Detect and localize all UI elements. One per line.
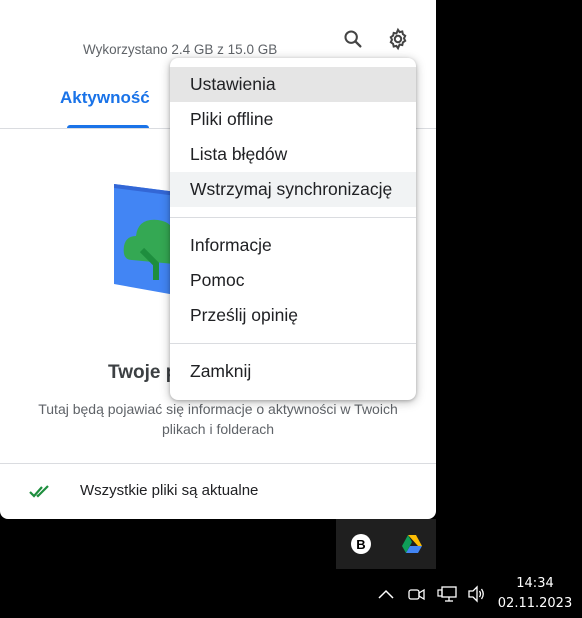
desktop: Wykorzystano 2.4 GB z 15.0 GB Aktywność … [0, 0, 582, 618]
google-drive-icon[interactable] [401, 534, 423, 554]
menu-divider [170, 343, 416, 344]
volume-icon[interactable] [466, 584, 486, 604]
menu-item-pause-sync[interactable]: Wstrzymaj synchronizację [170, 172, 416, 207]
menu-item-error-list[interactable]: Lista błędów [170, 137, 416, 172]
active-tab-indicator [67, 125, 149, 128]
double-check-icon [29, 485, 49, 498]
chevron-up-icon[interactable] [376, 584, 396, 604]
brave-b-icon[interactable]: B [351, 534, 371, 554]
clock-time: 14:34 [516, 576, 554, 591]
menu-item-feedback[interactable]: Prześlij opinię [170, 298, 416, 333]
search-button[interactable] [340, 26, 366, 52]
sync-status-text: Wszystkie pliki są aktualne [80, 482, 259, 499]
menu-divider [170, 217, 416, 218]
menu-item-quit[interactable]: Zamknij [170, 354, 416, 389]
taskbar-clock[interactable]: 14:34 02.11.2023 [496, 574, 574, 614]
storage-usage: Wykorzystano 2.4 GB z 15.0 GB [83, 42, 278, 57]
network-icon[interactable] [436, 584, 458, 604]
menu-item-help[interactable]: Pomoc [170, 263, 416, 298]
menu-item-settings[interactable]: Ustawienia [170, 67, 416, 102]
settings-button[interactable] [385, 26, 411, 52]
tab-activity[interactable]: Aktywność [60, 88, 150, 108]
clock-date: 02.11.2023 [497, 596, 573, 611]
menu-item-about[interactable]: Informacje [170, 228, 416, 263]
gear-icon [389, 27, 407, 51]
settings-menu: Ustawienia Pliki offline Lista błędów Ws… [170, 58, 416, 400]
sync-status-bar: Wszystkie pliki są aktualne [0, 463, 436, 519]
empty-state-description: Tutaj będą pojawiać się informacje o akt… [38, 401, 398, 437]
empty-state-title: Twoje p [108, 362, 178, 383]
search-icon [344, 30, 362, 48]
menu-item-offline-files[interactable]: Pliki offline [170, 102, 416, 137]
meet-now-icon[interactable] [406, 584, 426, 604]
